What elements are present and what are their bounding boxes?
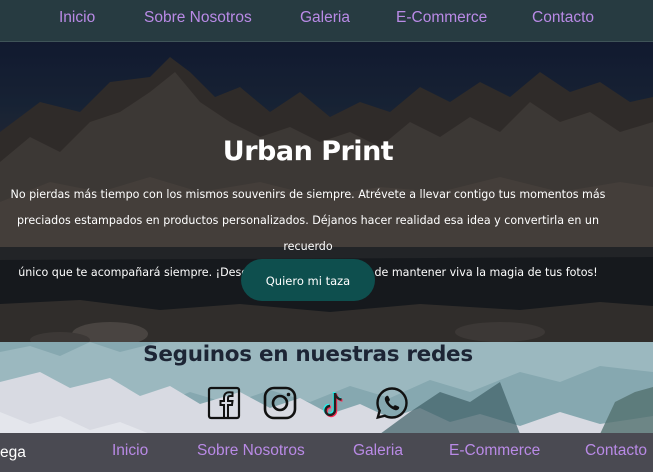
hero-title: Urban Print bbox=[222, 136, 394, 167]
tiktok-icon[interactable] bbox=[321, 390, 349, 420]
social-title: Seguinos en nuestras redes bbox=[143, 342, 473, 367]
social-section: Seguinos en nuestras redes bbox=[0, 342, 653, 434]
footer-link-galeria[interactable]: Galeria bbox=[353, 442, 403, 460]
hero-description-line: No pierdas más tiempo con los mismos sou… bbox=[10, 188, 606, 201]
footer-link-ecommerce[interactable]: E-Commerce bbox=[449, 442, 540, 460]
hero-section: Urban Print No pierdas más tiempo con lo… bbox=[0, 42, 653, 347]
instagram-icon[interactable] bbox=[263, 386, 297, 420]
footer-brand: ega bbox=[0, 444, 26, 461]
footer-link-inicio[interactable]: Inicio bbox=[112, 442, 148, 460]
nav-link-ecommerce[interactable]: E-Commerce bbox=[396, 9, 487, 27]
footer-link-contacto[interactable]: Contacto bbox=[585, 442, 647, 460]
nav-link-galeria[interactable]: Galeria bbox=[300, 9, 350, 27]
nav-link-inicio[interactable]: Inicio bbox=[59, 9, 95, 27]
whatsapp-icon[interactable] bbox=[375, 386, 409, 420]
footer-link-sobre-nosotros[interactable]: Sobre Nosotros bbox=[197, 442, 305, 460]
top-navbar: Inicio Sobre Nosotros Galeria E-Commerce… bbox=[0, 0, 653, 42]
quiero-mi-taza-button[interactable]: Quiero mi taza bbox=[241, 259, 375, 301]
footer-navbar: ega Inicio Sobre Nosotros Galeria E-Comm… bbox=[0, 433, 653, 472]
facebook-icon[interactable] bbox=[207, 386, 241, 420]
hero-description-line: preciados estampados en productos person… bbox=[17, 214, 599, 253]
nav-link-sobre-nosotros[interactable]: Sobre Nosotros bbox=[144, 9, 252, 27]
nav-link-contacto[interactable]: Contacto bbox=[532, 9, 594, 27]
